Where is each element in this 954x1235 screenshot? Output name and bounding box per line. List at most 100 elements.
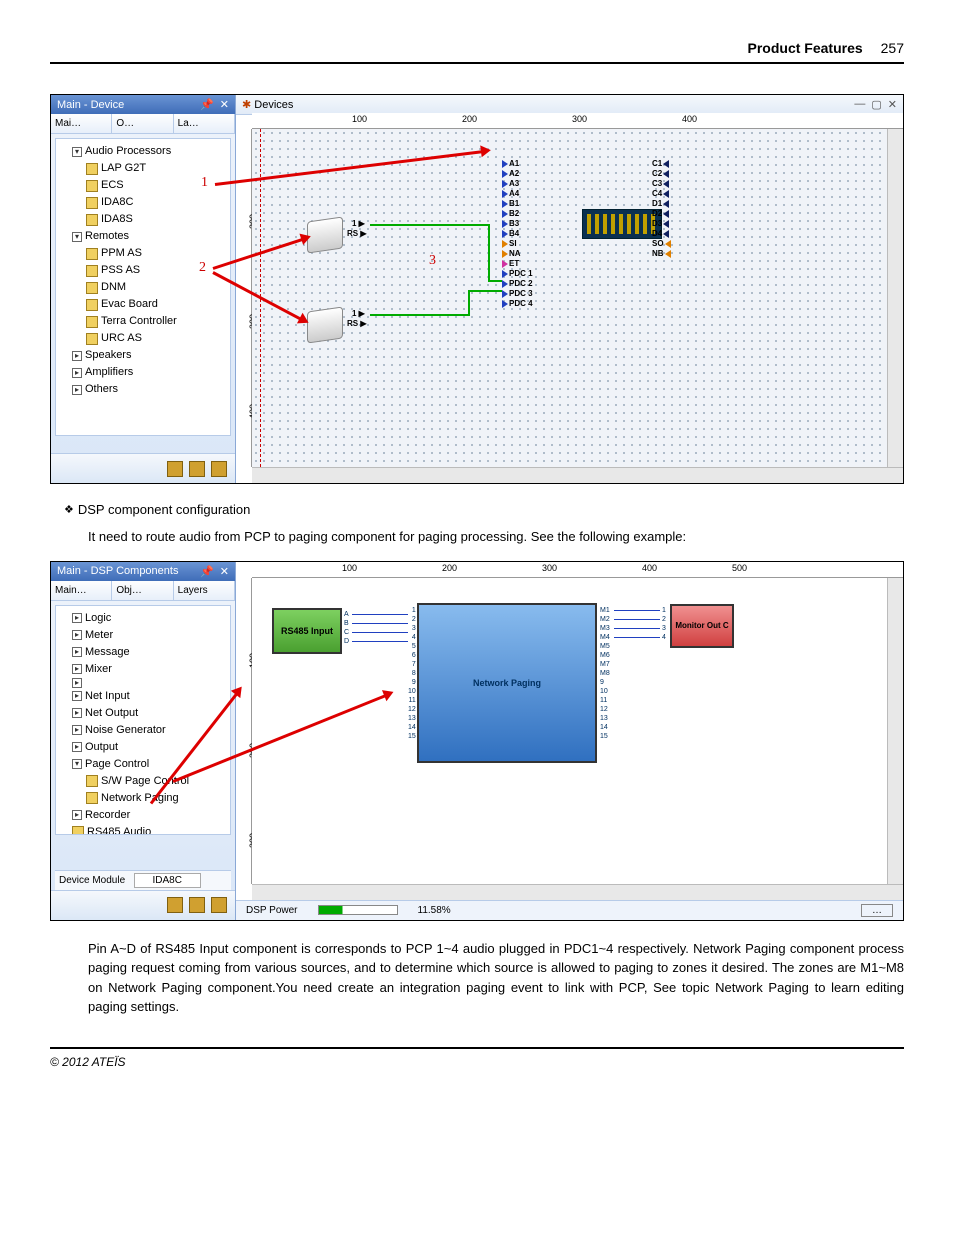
tree-net-input[interactable] xyxy=(72,678,228,688)
tree-item-terra-controller[interactable]: Terra Controller xyxy=(86,313,228,330)
tree-meter[interactable]: Meter xyxy=(72,627,228,644)
tree-speakers[interactable]: Speakers xyxy=(72,347,228,364)
wire xyxy=(488,280,502,282)
pin-icon[interactable]: 📌 xyxy=(200,565,214,578)
tree-net-input[interactable]: Net Input xyxy=(72,688,228,705)
device2-port-rs: RS ▶ xyxy=(347,319,367,329)
tree-output[interactable]: Output xyxy=(72,739,228,756)
tab-layers[interactable]: La… xyxy=(174,114,235,133)
screenshot-devices: Main - Device 📌 ✕ Mai… O… La… Audio Proc… xyxy=(50,94,904,484)
tree-item-dnm[interactable]: DNM xyxy=(86,279,228,296)
minimize-icon[interactable]: — xyxy=(854,98,865,111)
ruler-horizontal: 100 200 300 400 xyxy=(252,113,903,129)
dsp-status-button[interactable]: … xyxy=(861,904,893,917)
tree-others[interactable]: Others xyxy=(72,381,228,398)
dsp-monitor-out-block[interactable]: Monitor Out C xyxy=(670,604,734,648)
wire xyxy=(468,290,502,292)
annotation-1: 1 xyxy=(201,175,208,191)
scrollbar-horizontal[interactable] xyxy=(252,467,903,483)
tree-sw-page-control[interactable]: S/W Page Control xyxy=(86,773,228,790)
tree-audio-processors[interactable]: Audio Processors xyxy=(72,143,228,160)
toolbar-icon-2[interactable] xyxy=(189,461,205,477)
tree-item-ida8c[interactable]: IDA8C xyxy=(86,194,228,211)
page-header: Product Features 257 xyxy=(50,40,904,64)
dsp-scrollbar-v[interactable] xyxy=(887,578,903,884)
tree-item-pss-as[interactable]: PSS AS xyxy=(86,262,228,279)
wire xyxy=(352,641,408,642)
header-title: Product Features xyxy=(748,40,863,56)
wire xyxy=(614,619,660,620)
port-column-left: A1 A2 A3 A4 B1 B2 B3 B4 SI NA ET PDC 1 P… xyxy=(502,159,533,309)
tree-item-ida8s[interactable]: IDA8S xyxy=(86,211,228,228)
tab-main[interactable]: Mai… xyxy=(51,114,112,133)
tree-item-ppm-as[interactable]: PPM AS xyxy=(86,245,228,262)
page-number: 257 xyxy=(881,40,904,56)
blue-right-pins: M1M2M3M4M5M6M7M89101112131415 xyxy=(600,606,610,741)
canvas-device-1[interactable] xyxy=(307,219,343,251)
toolbar-icon-1[interactable] xyxy=(167,461,183,477)
tree-mixer[interactable]: Mixer xyxy=(72,661,228,678)
tree-recorder[interactable]: Recorder xyxy=(72,807,228,824)
dsp-sidebar-title: Main - DSP Components xyxy=(57,565,178,577)
sidebar-tabs: Mai… O… La… xyxy=(51,114,235,134)
dsp-power-bar xyxy=(318,905,398,915)
rs485-pins: A B C D xyxy=(344,610,349,646)
wire xyxy=(370,314,470,316)
dsp-canvas-grid[interactable]: RS485 Input A B C D Network Paging 12345… xyxy=(252,578,887,884)
tree-remotes[interactable]: Remotes xyxy=(72,228,228,245)
canvas-device-2[interactable] xyxy=(307,309,343,341)
sidebar-bottom-toolbar xyxy=(51,453,235,483)
dsp-tree[interactable]: Logic Meter Message Mixer Net Input Net … xyxy=(55,605,231,835)
canvas-title-bar: ✱ Devices — ▢ ✕ xyxy=(236,95,903,115)
scrollbar-vertical[interactable] xyxy=(887,129,903,467)
wire xyxy=(614,637,660,638)
tree-item-urc-as[interactable]: URC AS xyxy=(86,330,228,347)
wire xyxy=(370,224,490,226)
maximize-icon[interactable]: ▢ xyxy=(871,98,881,111)
device-module-value[interactable]: IDA8C xyxy=(134,873,201,888)
port-column-right: C1 C2 C3 C4 D1 D2 D3 D4 SO NB xyxy=(652,159,671,259)
dsp-scrollbar-h[interactable] xyxy=(252,884,903,900)
tab-layers[interactable]: Layers xyxy=(174,581,235,600)
device-canvas: ✱ Devices — ▢ ✕ 100 200 300 400 200 300 … xyxy=(236,95,903,483)
body-paragraph-2: Pin A~D of RS485 Input component is corr… xyxy=(88,939,904,1017)
toolbar-icon-1[interactable] xyxy=(167,897,183,913)
close-icon[interactable]: ✕ xyxy=(220,565,229,578)
tab-objects[interactable]: O… xyxy=(112,114,173,133)
screenshot-dsp: Main - DSP Components 📌 ✕ Main… Obj… Lay… xyxy=(50,561,904,921)
toolbar-icon-2[interactable] xyxy=(189,897,205,913)
tree-rs485-audio[interactable]: RS485 Audio xyxy=(72,824,228,835)
tree-amplifiers[interactable]: Amplifiers xyxy=(72,364,228,381)
dsp-sidebar: Main - DSP Components 📌 ✕ Main… Obj… Lay… xyxy=(51,562,236,920)
wire xyxy=(488,224,490,282)
tab-main[interactable]: Main… xyxy=(51,581,112,600)
tree-net-output[interactable]: Net Output xyxy=(72,705,228,722)
red-pins: 1234 xyxy=(662,606,666,642)
canvas-grid[interactable]: 1 ▶ RS ▶ 1 ▶ RS ▶ A1 A2 A3 xyxy=(252,129,887,467)
dsp-sidebar-title-bar: Main - DSP Components 📌 ✕ xyxy=(51,562,235,581)
dsp-rs485-input-block[interactable]: RS485 Input xyxy=(272,608,342,654)
close-icon[interactable]: ✕ xyxy=(888,98,897,111)
annotation-3: 3 xyxy=(429,253,436,269)
sidebar-title-bar: Main - Device 📌 ✕ xyxy=(51,95,235,114)
tab-objects[interactable]: Obj… xyxy=(112,581,173,600)
dsp-ruler-v: 100 200 300 xyxy=(236,578,252,884)
device1-port-1: 1 ▶ xyxy=(352,219,365,229)
close-icon[interactable]: ✕ xyxy=(220,98,229,111)
pin-icon[interactable]: 📌 xyxy=(200,98,214,111)
dsp-network-paging-block[interactable]: Network Paging xyxy=(417,603,597,763)
sidebar-title: Main - Device xyxy=(57,99,124,111)
blue-left-pins: 123456789101112131415 xyxy=(408,606,416,741)
canvas-chip-device[interactable] xyxy=(582,209,662,239)
device-sidebar: Main - Device 📌 ✕ Mai… O… La… Audio Proc… xyxy=(51,95,236,483)
tree-item-evac-board[interactable]: Evac Board xyxy=(86,296,228,313)
toolbar-icon-3[interactable] xyxy=(211,897,227,913)
dsp-sidebar-tabs: Main… Obj… Layers xyxy=(51,581,235,601)
dsp-power-value: 11.58% xyxy=(418,905,451,916)
tree-logic[interactable]: Logic xyxy=(72,610,228,627)
dsp-power-label: DSP Power xyxy=(246,905,298,916)
toolbar-icon-3[interactable] xyxy=(211,461,227,477)
device-icon xyxy=(307,306,343,343)
device-module-row: Device Module IDA8C xyxy=(55,870,231,890)
tree-message[interactable]: Message xyxy=(72,644,228,661)
